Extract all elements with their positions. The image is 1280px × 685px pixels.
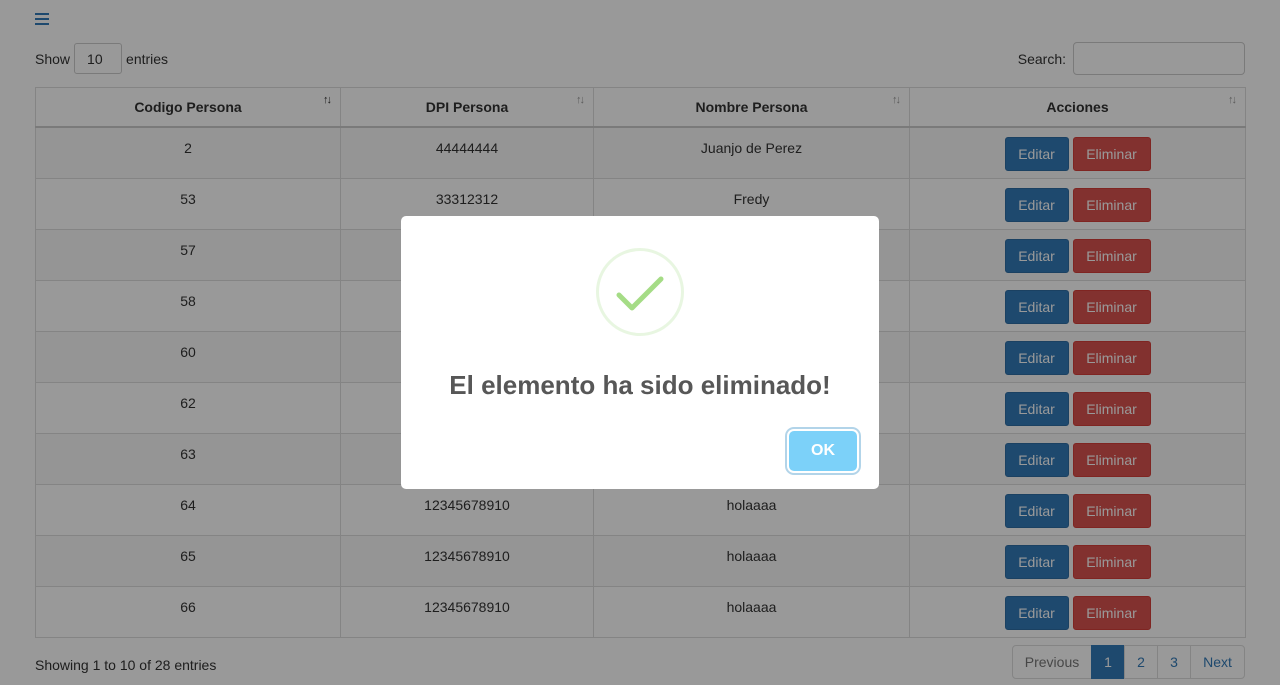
modal-title: El elemento ha sido eliminado! <box>449 370 831 400</box>
success-check-icon <box>596 248 684 336</box>
ok-button[interactable]: OK <box>789 431 857 471</box>
success-modal: El elemento ha sido eliminado! OK <box>401 216 879 489</box>
